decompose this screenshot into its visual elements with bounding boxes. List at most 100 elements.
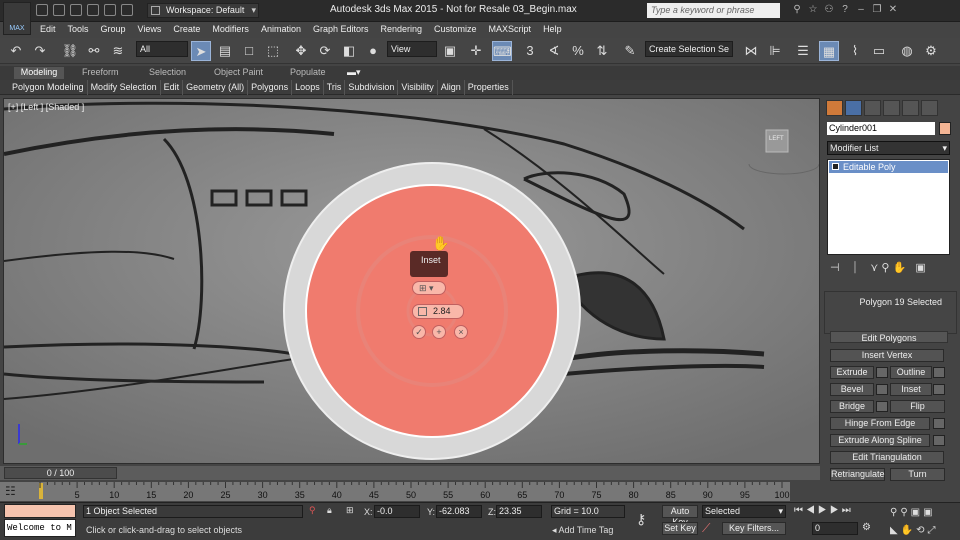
panel-modify-selection[interactable]: Modify Selection [88, 80, 161, 95]
object-color-swatch[interactable] [939, 122, 951, 135]
bind-spacewarp-icon[interactable]: ≋ [108, 41, 128, 61]
menu-views[interactable]: Views [138, 22, 162, 37]
caddy-ok-icon[interactable]: ✓ [412, 325, 426, 339]
rectangular-selection-icon[interactable]: □ [239, 41, 259, 61]
menu-group[interactable]: Group [101, 22, 126, 37]
outline-button[interactable]: Outline [890, 366, 932, 379]
hierarchy-tab-icon[interactable] [864, 100, 881, 116]
project-folder-icon[interactable] [121, 4, 133, 16]
pin-stack-icon[interactable]: ⊣ [830, 262, 840, 274]
angle-snap-icon[interactable]: ∢ [544, 41, 564, 61]
search-input[interactable]: Type a keyword or phrase [647, 3, 780, 18]
reference-coordinate-dropdown[interactable]: View [387, 41, 437, 57]
panel-align[interactable]: Align [438, 80, 465, 95]
unlink-icon[interactable]: ⚯ [84, 41, 104, 61]
workspace-dropdown[interactable]: Workspace: Default ▾ [147, 3, 259, 18]
maximize-viewport-icon[interactable]: ⤢ [928, 525, 939, 536]
select-object-icon[interactable]: ➤ [191, 41, 211, 61]
zoom-all-icon[interactable]: ⚲ [900, 507, 910, 518]
window-crossing-icon[interactable]: ⬚ [263, 41, 283, 61]
material-editor-icon[interactable]: ◍ [897, 41, 917, 61]
panel-properties[interactable]: Properties [465, 80, 513, 95]
extrude-settings-icon[interactable] [876, 367, 888, 378]
menu-edit[interactable]: Edit [40, 22, 56, 37]
bevel-button[interactable]: Bevel [830, 383, 874, 396]
close-icon[interactable]: ✕ [886, 4, 900, 15]
expand-icon[interactable] [832, 163, 839, 170]
display-tab-icon[interactable] [902, 100, 919, 116]
lock-selection-icon[interactable]: 🔒︎ [327, 505, 332, 516]
outline-settings-icon[interactable] [933, 367, 945, 378]
inset-type-dropdown[interactable]: ⊞ ▾ [412, 281, 446, 295]
panel-subdivision[interactable]: Subdivision [345, 80, 399, 95]
pan-icon[interactable]: ✋ [901, 525, 916, 536]
panel-tris[interactable]: Tris [324, 80, 346, 95]
inset-settings-icon[interactable] [933, 384, 945, 395]
next-frame-icon[interactable]: ▶ [830, 505, 842, 516]
align-icon[interactable]: ⊫ [765, 41, 785, 61]
menu-graph-editors[interactable]: Graph Editors [313, 22, 369, 37]
mini-curve-editor-icon[interactable]: ☷ [5, 484, 23, 498]
motion-tab-icon[interactable] [883, 100, 900, 116]
play-icon[interactable]: ▶ [818, 505, 830, 516]
move-icon[interactable]: ✥ [291, 41, 311, 61]
key-tangent-icon[interactable]: ⟋ [702, 521, 710, 536]
key-mode-dropdown[interactable]: Selected ▾ [702, 505, 786, 518]
rotate-icon[interactable]: ⟳ [315, 41, 335, 61]
percent-snap-icon[interactable]: % [568, 41, 588, 61]
mirror-icon[interactable]: ⋈ [741, 41, 761, 61]
menu-animation[interactable]: Animation [261, 22, 301, 37]
link-icon[interactable]: ⛓ [60, 41, 80, 61]
tab-populate[interactable]: Populate [290, 67, 326, 77]
user-icon[interactable]: ⚇ [822, 4, 836, 15]
object-name-field[interactable]: Cylinder001 [827, 122, 935, 135]
panel-polygons[interactable]: Polygons [248, 80, 293, 95]
menu-rendering[interactable]: Rendering [381, 22, 423, 37]
named-selection-dropdown[interactable]: Create Selection Se [645, 41, 733, 57]
go-to-start-icon[interactable]: ⏮ [794, 505, 806, 516]
tab-freeform[interactable]: Freeform [82, 67, 119, 77]
redo-icon[interactable] [104, 4, 116, 16]
modifier-stack[interactable]: Editable Poly [827, 159, 950, 255]
select-manipulate-icon[interactable]: ✛ [466, 41, 486, 61]
render-setup-icon[interactable]: ⚙ [921, 41, 941, 61]
fov-icon[interactable]: ◣ [890, 525, 901, 536]
tab-selection[interactable]: Selection [149, 67, 186, 77]
schematic-view-icon[interactable]: ▭ [869, 41, 889, 61]
new-file-icon[interactable] [36, 4, 48, 16]
edit-named-selection-icon[interactable]: ✎ [620, 41, 640, 61]
scene-explorer-icon[interactable]: ☰ [793, 41, 813, 61]
track-bar[interactable]: ☷ 5 10 15 20 25 30 35 40 45 50 55 60 65 70 75 80 85 90 95 1… [0, 482, 790, 501]
utilities-tab-icon[interactable] [921, 100, 938, 116]
zoom-icon[interactable]: ⚲ [890, 507, 900, 518]
panel-edit[interactable]: Edit [161, 80, 184, 95]
place-icon[interactable]: ● [363, 41, 383, 61]
set-key-button[interactable]: Set Key [662, 522, 698, 535]
open-file-icon[interactable] [53, 4, 65, 16]
viewcube-label[interactable]: LEFT [769, 136, 784, 142]
retriangulate-button[interactable]: Retriangulate [830, 468, 885, 481]
go-to-end-icon[interactable]: ⏭ [842, 505, 854, 516]
snaps-toggle-icon[interactable]: 3 [520, 41, 540, 61]
panel-polygon-modeling[interactable]: Polygon Modeling [0, 80, 88, 95]
configure-sets-icon[interactable]: ✋ [893, 262, 907, 274]
edit-triangulation-button[interactable]: Edit Triangulation [830, 451, 944, 464]
modifier-list-dropdown[interactable]: Modifier List ▾ [827, 141, 950, 155]
extrude-along-spline-button[interactable]: Extrude Along Spline [830, 434, 930, 447]
save-icon[interactable] [70, 4, 82, 16]
previous-frame-icon[interactable]: ◀ [806, 505, 818, 516]
flip-button[interactable]: Flip [890, 400, 945, 413]
stack-item-editable-poly[interactable]: Editable Poly [829, 161, 948, 173]
show-end-result-icon[interactable]: ⏐ [852, 262, 858, 274]
configure-modifier-icon[interactable]: ▣ [915, 262, 925, 274]
undo-icon[interactable]: ↶ [6, 41, 26, 61]
bridge-settings-icon[interactable] [876, 401, 888, 412]
inset-button[interactable]: Inset [890, 383, 932, 396]
menu-customize[interactable]: Customize [434, 22, 477, 37]
select-by-name-icon[interactable]: ▤ [215, 41, 235, 61]
extrude-button[interactable]: Extrude [830, 366, 874, 379]
panel-loops[interactable]: Loops [292, 80, 324, 95]
zoom-extents-all-icon[interactable]: ▣ [923, 507, 935, 518]
viewport-left[interactable]: [+] [Left ] [Shaded ] LEFT Inset ⊞ ▾ 2.8… [3, 98, 820, 464]
maxscript-listener[interactable]: Welcome to M [4, 519, 76, 537]
